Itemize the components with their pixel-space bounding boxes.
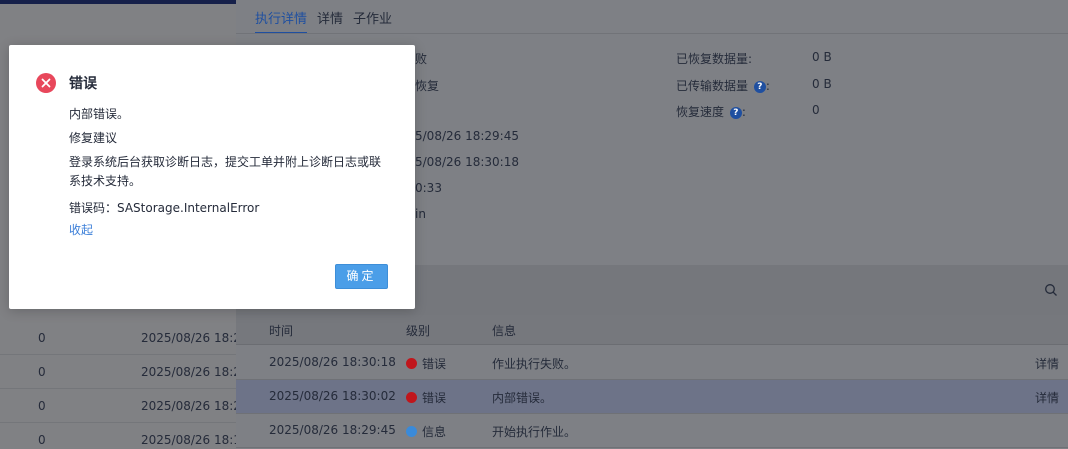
details-link[interactable]: 详情 — [1035, 389, 1059, 406]
error-circle-icon — [36, 73, 56, 93]
table-row[interactable]: 0 2025/08/26 18:29 — [0, 321, 249, 355]
table-row[interactable]: 2025/08/26 18:30:18 错误 作业执行失败。 详情 — [236, 346, 1068, 380]
search-icon[interactable] — [1044, 283, 1058, 297]
collapse-link[interactable]: 收起 — [69, 221, 93, 238]
column-header-level: 级别 — [406, 324, 431, 338]
log-level-text: 错误 — [422, 391, 447, 405]
label-colon: : — [741, 105, 746, 119]
dialog-title: 错误 — [69, 76, 97, 92]
detail-tabs: 执行详情 详情 子作业 — [255, 0, 402, 34]
row-value: 0 — [38, 365, 46, 379]
restored-data-value: 0 B — [812, 50, 832, 64]
help-icon[interactable]: ? — [753, 80, 766, 93]
tab-details[interactable]: 详情 — [317, 0, 343, 34]
table-row[interactable]: 0 2025/08/26 18:28 — [0, 389, 249, 423]
ok-button[interactable]: 确定 — [335, 264, 388, 289]
row-time: 2025/08/26 18:29 — [141, 365, 249, 379]
log-time: 2025/08/26 18:30:18 — [269, 355, 396, 369]
restore-speed-label: 恢复速度 ?: — [676, 103, 746, 120]
row-time: 2025/08/26 18:15 — [141, 433, 249, 447]
row-time: 2025/08/26 18:29 — [141, 331, 249, 345]
type-value: 恢复 — [415, 79, 440, 93]
error-status-icon — [406, 358, 417, 369]
status-value: 败 — [415, 52, 428, 66]
start-time-value: 5/08/26 18:29:45 — [415, 129, 519, 143]
row-time: 2025/08/26 18:28 — [141, 399, 249, 413]
log-message: 内部错误。 — [492, 391, 553, 405]
end-time-value: 5/08/26 18:30:18 — [415, 155, 519, 169]
log-level-text: 错误 — [422, 357, 447, 371]
details-link[interactable]: 详情 — [1035, 355, 1059, 372]
transferred-data-label: 已传输数据量 ?: — [676, 77, 770, 94]
transferred-data-label-text: 已传输数据量 — [676, 79, 749, 93]
tab-sub-jobs[interactable]: 子作业 — [353, 0, 392, 34]
log-level-text: 信息 — [422, 425, 447, 439]
log-message: 开始执行作业。 — [492, 425, 577, 439]
log-level: 信息 — [406, 423, 446, 440]
error-message: 内部错误。 — [69, 107, 130, 121]
log-time: 2025/08/26 18:29:45 — [269, 423, 396, 437]
help-icon[interactable]: ? — [729, 106, 742, 119]
table-row[interactable]: 2025/08/26 18:29:45 信息 开始执行作业。 — [236, 414, 1068, 448]
error-status-icon — [406, 392, 417, 403]
column-header-message: 信息 — [492, 324, 517, 338]
table-row[interactable]: 2025/08/26 18:30:02 错误 内部错误。 详情 — [236, 380, 1068, 414]
suggestion-line-1: 登录系统后台获取诊断日志，提交工单并附上诊断日志或联 — [69, 155, 382, 169]
tab-execution-details[interactable]: 执行详情 — [255, 0, 308, 34]
transferred-data-value: 0 B — [812, 77, 832, 91]
tabs-divider — [236, 33, 1068, 34]
table-row[interactable]: 0 2025/08/26 18:15 — [0, 423, 249, 449]
log-table-header: 时间 级别 信息 — [236, 315, 1068, 345]
log-level: 错误 — [406, 389, 446, 406]
restore-speed-label-text: 恢复速度 — [676, 105, 725, 119]
suggestion-title: 修复建议 — [69, 131, 118, 145]
operator-value: in — [415, 207, 426, 221]
restore-speed-value: 0 — [812, 103, 820, 117]
table-row[interactable]: 0 2025/08/26 18:29 — [0, 355, 249, 389]
top-bar — [0, 0, 236, 4]
row-value: 0 — [38, 331, 46, 345]
log-message: 作业执行失败。 — [492, 357, 577, 371]
row-value: 0 — [38, 399, 46, 413]
info-status-icon — [406, 426, 417, 437]
duration-value: 0:33 — [415, 181, 442, 195]
error-code: 错误码：SAStorage.InternalError — [69, 201, 260, 215]
row-value: 0 — [38, 433, 46, 447]
label-colon: : — [765, 79, 770, 93]
restored-data-label: 已恢复数据量: — [676, 52, 753, 66]
log-time: 2025/08/26 18:30:02 — [269, 389, 396, 403]
suggestion-line-2: 系技术支持。 — [69, 174, 142, 188]
error-dialog: 错误 内部错误。 修复建议 登录系统后台获取诊断日志，提交工单并附上诊断日志或联… — [9, 45, 415, 309]
column-header-time: 时间 — [269, 324, 294, 338]
log-level: 错误 — [406, 355, 446, 372]
